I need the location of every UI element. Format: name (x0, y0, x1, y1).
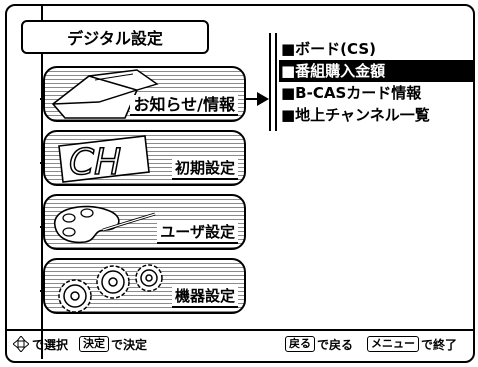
submenu-list: ■ボード(CS) ■番組購入金額 ■B-CASカード情報 ■地上チャンネル一覧 (279, 38, 473, 126)
footer-decide-hint: 決定 で決定 (79, 334, 147, 354)
arrow-right-icon (245, 92, 269, 106)
select-hint-text: で選択 (32, 337, 69, 352)
exit-hint-text: で終了 (421, 337, 458, 352)
footer-exit-hint: メニュー で終了 (367, 334, 457, 354)
menu-item-terrestrial-channel-list[interactable]: ■地上チャンネル一覧 (279, 104, 473, 126)
tab-label: ユーザ設定 (157, 223, 238, 244)
tab-connector (40, 226, 44, 228)
dpad-icon (13, 336, 29, 352)
tab-user-settings[interactable]: ユーザ設定 (43, 194, 246, 250)
footer-help-bar: で選択 決定 で決定 戻る で戻る メニュー で終了 (13, 334, 469, 354)
tab-connector (40, 162, 44, 164)
submenu-bar (269, 33, 277, 131)
menu-spine (41, 6, 43, 359)
menu-key: メニュー (367, 336, 419, 352)
decide-key: 決定 (79, 336, 109, 352)
tab-device-settings[interactable]: 機器設定 (43, 258, 246, 314)
back-key: 戻る (285, 336, 315, 352)
tab-notices-info[interactable]: お知らせ/情報 (43, 66, 246, 122)
menu-item-purchase-amount[interactable]: ■番組購入金額 (279, 60, 473, 82)
footer-select-hint: で選択 (13, 334, 68, 354)
tab-label: 初期設定 (171, 159, 238, 180)
svg-text:CH: CH (69, 142, 121, 183)
screen-title: デジタル設定 (21, 20, 209, 54)
footer-back-hint: 戻る で戻る (285, 334, 353, 354)
decide-hint-text: で決定 (111, 337, 148, 352)
tab-label: 機器設定 (171, 287, 238, 308)
tab-label: お知らせ/情報 (130, 95, 238, 116)
tab-connector (40, 290, 44, 292)
digital-settings-screen: デジタル設定 お知らせ/情報 CH 初期設定 ユーザ設定 機器設定 ■ボード(C… (5, 4, 475, 363)
back-hint-text: で戻る (317, 337, 354, 352)
menu-item-board-cs[interactable]: ■ボード(CS) (279, 38, 473, 60)
menu-item-bcas-card-info[interactable]: ■B-CASカード情報 (279, 82, 473, 104)
tab-initial-settings[interactable]: CH 初期設定 (43, 130, 246, 186)
tab-connector (40, 98, 44, 100)
footer-divider (7, 329, 473, 331)
